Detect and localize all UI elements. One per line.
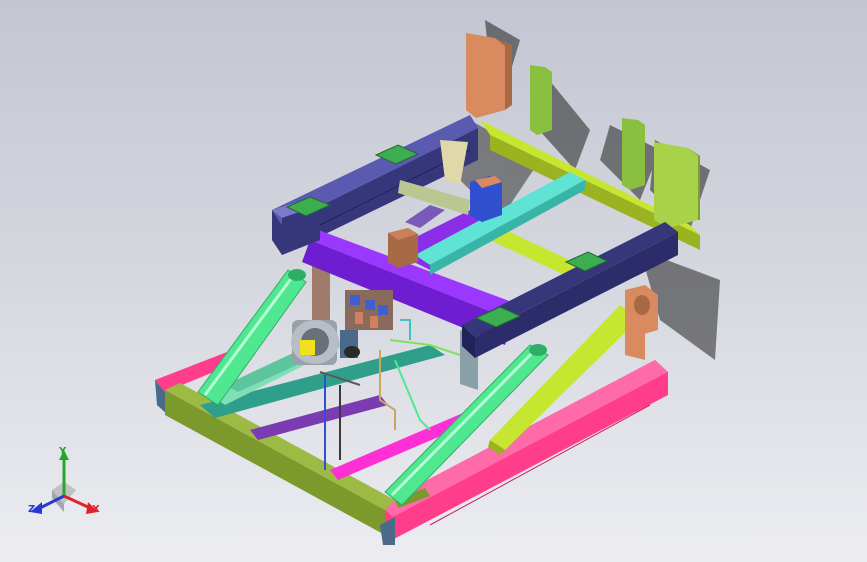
- triad-x-label: X: [92, 504, 100, 515]
- graphics-viewport[interactable]: Y X Z: [0, 0, 867, 562]
- pivot-bracket: [625, 285, 658, 335]
- valve-block: [345, 290, 393, 330]
- cad-model-3d[interactable]: [0, 0, 867, 562]
- triad-y-label: Y: [59, 446, 67, 457]
- view-orientation-triad[interactable]: Y X Z: [24, 446, 104, 524]
- triad-z-label: Z: [28, 504, 36, 515]
